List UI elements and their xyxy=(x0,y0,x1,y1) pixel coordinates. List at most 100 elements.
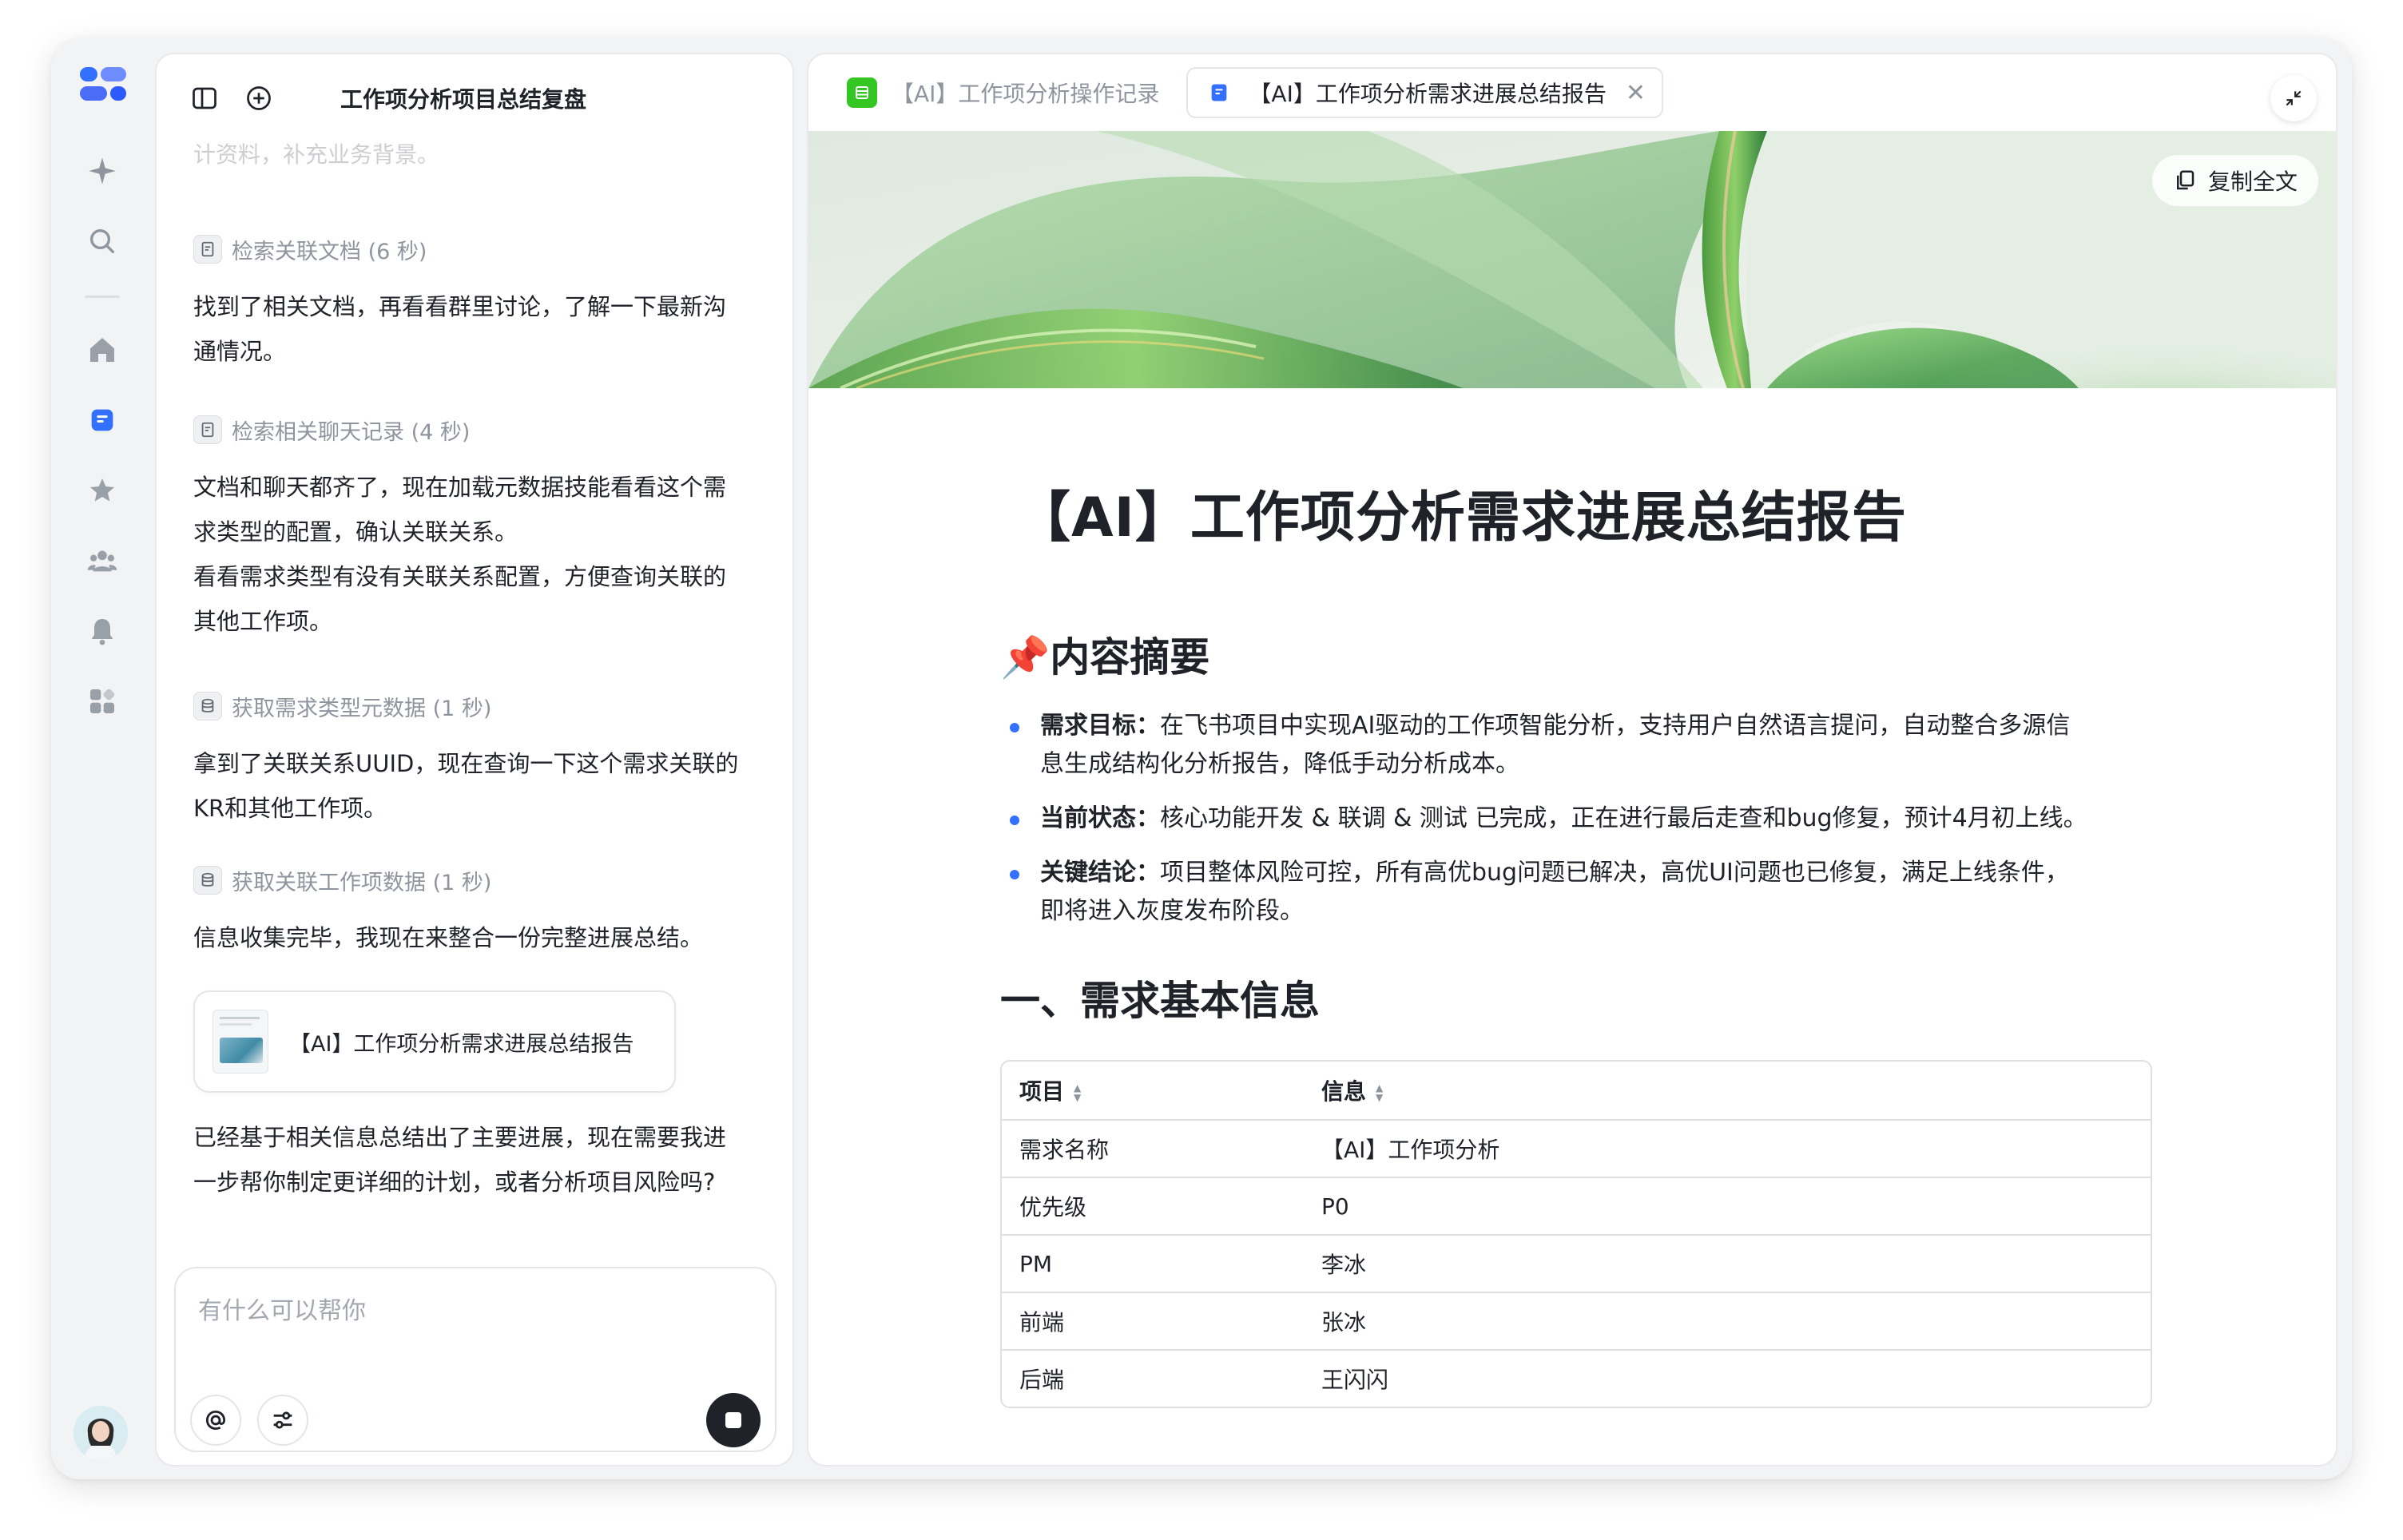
summary-item-text: 即将进入灰度发布阶段。 xyxy=(1040,897,1304,925)
sheet-icon xyxy=(847,77,877,108)
doc-icon[interactable] xyxy=(78,396,126,444)
summary-item-label: 当前状态： xyxy=(1040,804,1160,832)
chat-title: 工作项分析项目总结复盘 xyxy=(340,86,587,113)
summary-item-label: 需求目标： xyxy=(1040,712,1160,740)
doc-icon xyxy=(1204,77,1234,108)
tool-call-row[interactable]: 获取需求类型元数据 (1 秒) xyxy=(193,690,491,722)
doc-search-icon xyxy=(193,235,222,264)
home-icon[interactable] xyxy=(78,326,126,374)
table-row: 优先级 P0 xyxy=(1002,1177,2151,1234)
table-row: 后端 王闪闪 xyxy=(1002,1349,2151,1407)
sparkle-icon[interactable] xyxy=(78,147,126,195)
doc-card-label: 【AI】工作项分析需求进展总结报告 xyxy=(289,1031,634,1057)
table-cell: 需求名称 xyxy=(1019,1137,1110,1163)
table-cell: 后端 xyxy=(1019,1367,1065,1393)
close-icon[interactable]: ✕ xyxy=(1626,79,1646,107)
tool-call-label: 获取需求类型元数据 (1 秒) xyxy=(232,696,492,721)
tool-call-label: 检索相关聊天记录 (4 秒) xyxy=(232,419,471,445)
column-header-info[interactable]: 信息 ▲ ▼ xyxy=(1321,1074,2151,1106)
summary-item: 需求目标：在飞书项目中实现AI驱动的工作项智能分析，支持用户自然语言提问，自动整… xyxy=(1007,707,2151,784)
mention-icon[interactable] xyxy=(190,1395,241,1446)
composer xyxy=(174,1267,777,1452)
tab-label: 【AI】工作项分析需求进展总结报告 xyxy=(1249,81,1607,107)
message-line: 一步帮你制定更详细的计划，或者分析项目风险吗? xyxy=(193,1169,716,1196)
message-line: 其他工作项。 xyxy=(193,608,333,635)
summary-item-text: 核心功能开发 & 联调 & 测试 已完成，正在进行最后走查和bug修复，预计4月… xyxy=(1160,804,2087,832)
tool-call-row[interactable]: 获取关联工作项数据 (1 秒) xyxy=(193,864,491,896)
column-header-label: 项目 xyxy=(1019,1078,1065,1105)
tab-operation-log[interactable]: 【AI】工作项分析操作记录 xyxy=(831,67,1175,118)
left-rail xyxy=(51,38,153,1479)
new-chat-icon[interactable] xyxy=(241,81,276,116)
doc-thumbnail-icon xyxy=(212,1010,268,1074)
chat-input[interactable] xyxy=(198,1291,749,1331)
message-line: 拿到了关联关系UUID，现在查询一下这个需求关联的 xyxy=(193,750,739,777)
group-icon[interactable] xyxy=(78,537,126,585)
table-cell: PM xyxy=(1019,1250,1053,1277)
sort-icon[interactable]: ▲ ▼ xyxy=(1376,1083,1383,1102)
table-cell: 张冰 xyxy=(1321,1309,1367,1336)
summary-item-text: 在飞书项目中实现AI驱动的工作项智能分析，支持用户自然语言提问，自动整合多源信 xyxy=(1160,712,2071,740)
message-line: 找到了相关文档，再看看群里讨论，了解一下最新沟 xyxy=(193,293,727,320)
app-logo-icon[interactable] xyxy=(80,67,126,102)
table-cell: P0 xyxy=(1321,1193,1349,1220)
column-header-label: 信息 xyxy=(1321,1078,1367,1105)
database-icon xyxy=(193,692,222,720)
sidebar-toggle-icon[interactable] xyxy=(187,81,222,116)
table-cell: 【AI】工作项分析 xyxy=(1321,1137,1500,1163)
assistant-message: 找到了相关文档，再看看群里讨论，了解一下最新沟 通情况。 xyxy=(193,284,769,374)
app-window: 工作项分析项目总结复盘 计资料，补充业务背景。 检索关联文档 (6 秒) 找到了… xyxy=(51,38,2352,1479)
chat-header: 工作项分析项目总结复盘 xyxy=(157,54,792,142)
stop-generation-button[interactable] xyxy=(706,1393,761,1447)
database-icon xyxy=(193,866,222,895)
message-line: 求类型的配置，确认关联关系。 xyxy=(193,518,518,546)
search-icon[interactable] xyxy=(78,217,126,265)
star-icon[interactable] xyxy=(78,466,126,514)
message-line: 通情况。 xyxy=(193,338,287,365)
assistant-message: 已经基于相关信息总结出了主要进展，现在需要我进 一步帮你制定更详细的计划，或者分… xyxy=(193,1115,769,1205)
settings-sliders-icon[interactable] xyxy=(257,1395,308,1446)
chat-panel: 工作项分析项目总结复盘 计资料，补充业务背景。 检索关联文档 (6 秒) 找到了… xyxy=(155,53,794,1467)
tab-bar: 【AI】工作项分析操作记录 【AI】工作项分析需求进展总结报告 ✕ xyxy=(808,54,2336,131)
truncated-message: 计资料，补充业务背景。 xyxy=(193,141,440,168)
doc-card[interactable]: 【AI】工作项分析需求进展总结报告 xyxy=(193,990,676,1093)
collapse-icon[interactable] xyxy=(2270,75,2317,121)
rail-divider xyxy=(85,296,120,298)
message-line: KR和其他工作项。 xyxy=(193,795,387,822)
copy-icon xyxy=(2176,170,2194,190)
summary-item-label: 关键结论： xyxy=(1040,859,1160,887)
assistant-message: 信息收集完毕，我现在来整合一份完整进展总结。 xyxy=(193,915,769,960)
bell-icon[interactable] xyxy=(78,607,126,655)
table-row: 前端 张冰 xyxy=(1002,1292,2151,1349)
summary-list: 需求目标：在飞书项目中实现AI驱动的工作项智能分析，支持用户自然语言提问，自动整… xyxy=(1000,707,2151,931)
summary-item: 当前状态：核心功能开发 & 联调 & 测试 已完成，正在进行最后走查和bug修复… xyxy=(1007,800,2151,838)
tool-call-row[interactable]: 检索关联文档 (6 秒) xyxy=(193,233,427,265)
table-cell: 优先级 xyxy=(1019,1194,1087,1220)
tool-call-label: 检索关联文档 (6 秒) xyxy=(232,239,427,264)
message-line: 文档和聊天都齐了，现在加载元数据技能看看这个需 xyxy=(193,474,727,501)
table-row: PM 李冰 xyxy=(1002,1234,2151,1292)
message-line: 已经基于相关信息总结出了主要进展，现在需要我进 xyxy=(193,1124,727,1151)
table-cell: 李冰 xyxy=(1321,1252,1367,1278)
summary-item: 关键结论：项目整体风险可控，所有高优bug问题已解决，高优UI问题也已修复，满足… xyxy=(1007,854,2151,931)
table-cell: 前端 xyxy=(1019,1309,1065,1336)
column-header-item[interactable]: 项目 ▲ ▼ xyxy=(1002,1074,1321,1106)
assistant-message: 文档和聊天都齐了，现在加载元数据技能看看这个需 求类型的配置，确认关联关系。 看… xyxy=(193,465,769,644)
info-table: 项目 ▲ ▼ 信息 ▲ ▼ 需求名称 【AI】工作项分析 优先级 P0 PM 李冰 前端 xyxy=(1000,1060,2152,1408)
chat-search-icon xyxy=(193,415,222,444)
summary-item-text: 项目整体风险可控，所有高优bug问题已解决，高优UI问题也已修复，满足上线条件， xyxy=(1160,859,2069,887)
tab-progress-report[interactable]: 【AI】工作项分析需求进展总结报告 ✕ xyxy=(1186,67,1663,118)
assistant-message: 拿到了关联关系UUID，现在查询一下这个需求关联的 KR和其他工作项。 xyxy=(193,741,769,831)
table-cell: 王闪闪 xyxy=(1321,1367,1389,1393)
tool-call-row[interactable]: 检索相关聊天记录 (4 秒) xyxy=(193,414,470,446)
section-heading: 一、需求基本信息 xyxy=(1000,978,1320,1024)
copy-all-button[interactable]: 复制全文 xyxy=(2151,155,2318,206)
document-content: 【AI】工作项分析需求进展总结报告 📌内容摘要 需求目标：在飞书项目中实现AI驱… xyxy=(1000,388,2152,1408)
message-line: 信息收集完毕，我现在来整合一份完整进展总结。 xyxy=(193,924,704,951)
apps-icon[interactable] xyxy=(78,677,126,725)
table-header-row: 项目 ▲ ▼ 信息 ▲ ▼ xyxy=(1002,1062,2151,1119)
document-panel: 【AI】工作项分析操作记录 【AI】工作项分析需求进展总结报告 ✕ 复制全文 【… xyxy=(807,53,2337,1467)
user-avatar[interactable] xyxy=(73,1406,128,1460)
sort-icon[interactable]: ▲ ▼ xyxy=(1074,1083,1081,1102)
message-line: 看看需求类型有没有关联关系配置，方便查询关联的 xyxy=(193,563,727,590)
